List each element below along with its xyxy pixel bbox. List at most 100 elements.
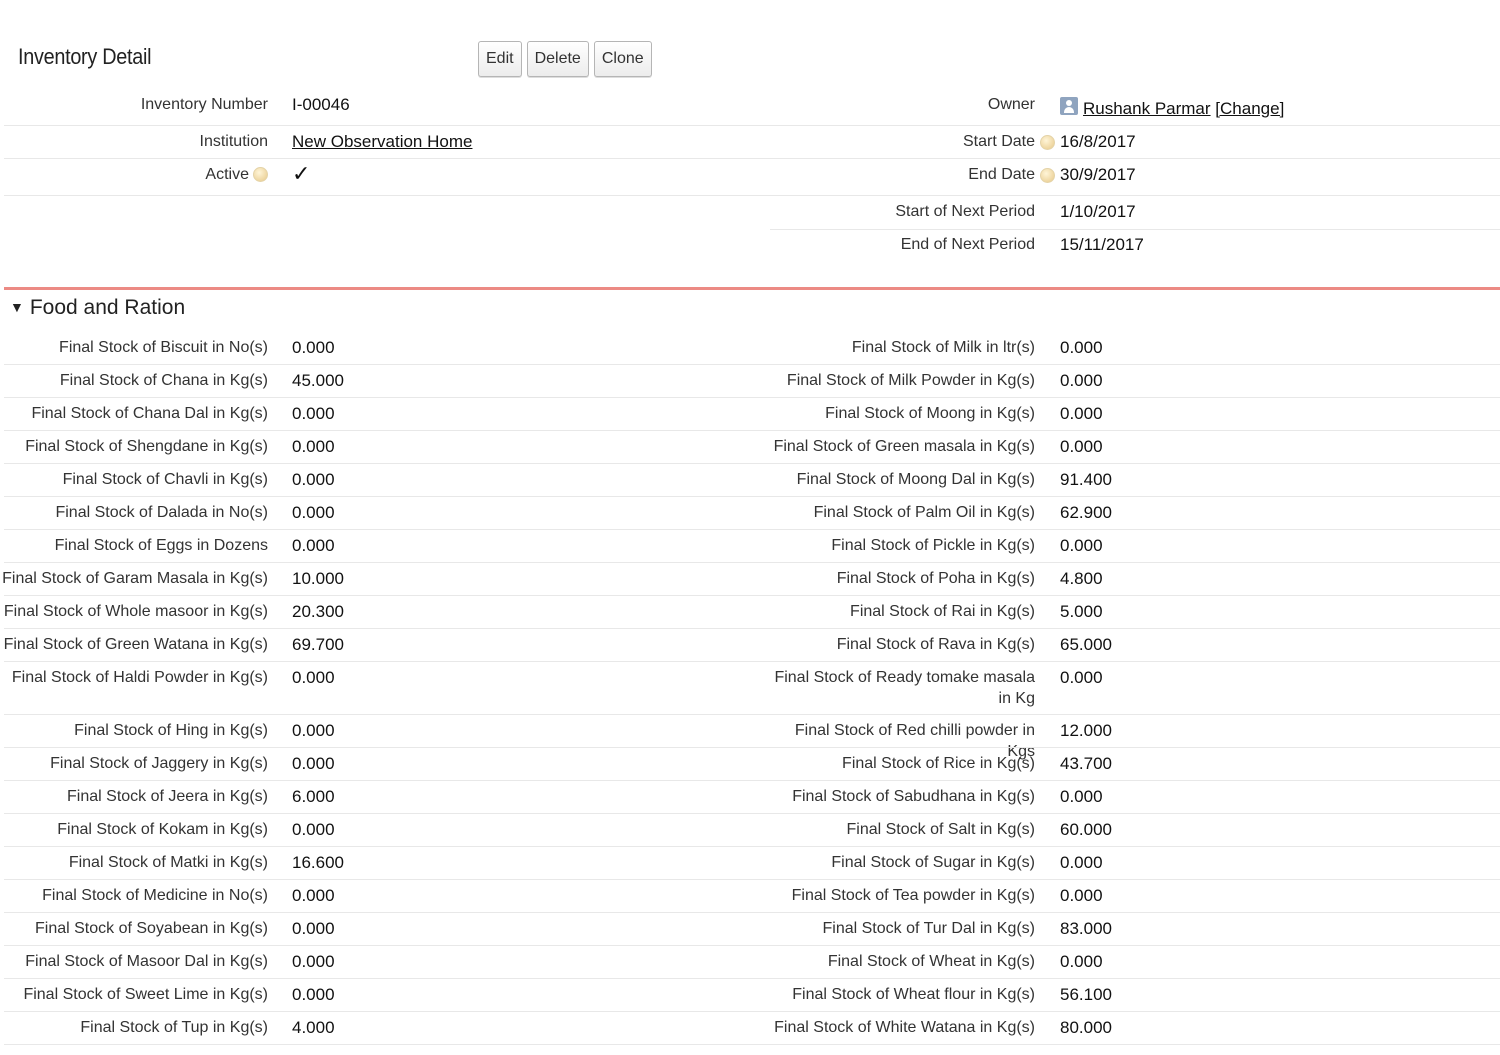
field-value-right: 0.000 (1060, 437, 1103, 456)
field-label-left: Final Stock of Shengdane in Kg(s) (25, 438, 268, 455)
row-separator (4, 714, 1500, 715)
start-next-period-label: Start of Next Period (895, 203, 1035, 220)
field-label-right: Final Stock of Green masala in Kg(s) (773, 438, 1035, 455)
change-owner-link[interactable]: [Change] (1215, 99, 1284, 118)
field-label-right: Final Stock of Milk in ltr(s) (851, 339, 1035, 356)
field-label-left: Final Stock of Whole masoor in Kg(s) (3, 603, 268, 620)
field-value-left: 0.000 (292, 503, 335, 522)
field-label-left: Final Stock of Biscuit in No(s) (59, 339, 268, 356)
field-label-left: Final Stock of Hing in Kg(s) (74, 722, 268, 739)
field-label-left: Final Stock of Chana in Kg(s) (59, 372, 268, 389)
field-value-right: 60.000 (1060, 820, 1112, 839)
field-label-right: Final Stock of Ready tomake masala in Kg (774, 669, 1035, 707)
inventory-number-value: I-00046 (292, 95, 350, 114)
field-label-left: Final Stock of Medicine in No(s) (42, 887, 268, 904)
field-value-right: 0.000 (1060, 338, 1103, 357)
field-value-left: 10.000 (292, 569, 344, 588)
page-title: Inventory Detail (18, 44, 152, 69)
row-separator (4, 813, 1500, 814)
field-value-left: 20.300 (292, 602, 344, 621)
help-icon[interactable] (253, 167, 268, 183)
field-label-right: Final Stock of Wheat in Kg(s) (827, 953, 1035, 970)
row-separator (4, 978, 1500, 979)
field-label-left: Final Stock of Tup in Kg(s) (80, 1019, 268, 1036)
row-separator (4, 879, 1500, 880)
field-value-left: 0.000 (292, 470, 335, 489)
field-value-left: 45.000 (292, 371, 344, 390)
field-label-left: Final Stock of Chavli in Kg(s) (62, 471, 268, 488)
row-separator (4, 1044, 1500, 1045)
help-icon[interactable] (1040, 168, 1055, 183)
owner-label: Owner (987, 96, 1035, 113)
field-label-right: Final Stock of Tur Dal in Kg(s) (822, 920, 1035, 937)
field-value-left: 0.000 (292, 886, 335, 905)
field-label-left: Final Stock of Haldi Powder in Kg(s) (11, 669, 268, 686)
field-value-left: 6.000 (292, 787, 335, 806)
field-label-right: Final Stock of Salt in Kg(s) (846, 821, 1035, 838)
row-separator (4, 529, 1500, 530)
field-value-right: 62.900 (1060, 503, 1112, 522)
field-value-right: 65.000 (1060, 635, 1112, 654)
field-value-left: 0.000 (292, 437, 335, 456)
field-value-right: 80.000 (1060, 1018, 1112, 1037)
end-date-label: End Date (968, 166, 1035, 183)
field-label-right: Final Stock of Moong in Kg(s) (825, 405, 1035, 422)
field-value-left: 0.000 (292, 721, 335, 740)
section-header-food-ration[interactable]: ▼ Food and Ration (10, 296, 185, 320)
field-label-right: Final Stock of Tea powder in Kg(s) (791, 887, 1035, 904)
end-next-period-label: End of Next Period (900, 236, 1035, 253)
field-value-left: 0.000 (292, 952, 335, 971)
field-label-right: Final Stock of White Watana in Kg(s) (774, 1019, 1035, 1036)
end-date-value: 30/9/2017 (1060, 165, 1136, 184)
start-next-period-value: 1/10/2017 (1060, 202, 1136, 221)
field-label-left: Final Stock of Jeera in Kg(s) (67, 788, 268, 805)
field-label-right: Final Stock of Sugar in Kg(s) (831, 854, 1035, 871)
field-label-left: Final Stock of Chana Dal in Kg(s) (31, 405, 268, 422)
field-value-right: 0.000 (1060, 952, 1103, 971)
field-value-right: 83.000 (1060, 919, 1112, 938)
field-label-right: Final Stock of Sabudhana in Kg(s) (792, 788, 1035, 805)
start-date-value: 16/8/2017 (1060, 132, 1136, 151)
row-separator (4, 780, 1500, 781)
field-label-right: Final Stock of Wheat flour in Kg(s) (792, 986, 1035, 1003)
field-label-left: Final Stock of Masoor Dal in Kg(s) (25, 953, 268, 970)
help-icon[interactable] (1040, 135, 1055, 150)
institution-link[interactable]: New Observation Home (292, 131, 472, 152)
field-label-right: Final Stock of Moong Dal in Kg(s) (796, 471, 1035, 488)
row-separator (4, 496, 1500, 497)
field-label-left: Final Stock of Garam Masala in Kg(s) (2, 570, 268, 587)
owner-link[interactable]: Rushank Parmar (1083, 99, 1211, 118)
field-value-left: 4.000 (292, 1018, 335, 1037)
field-label-right: Final Stock of Pickle in Kg(s) (831, 537, 1035, 554)
row-separator (4, 628, 1500, 629)
field-label-left: Final Stock of Green Watana in Kg(s) (3, 636, 268, 653)
row-separator (4, 912, 1500, 913)
row-separator (4, 463, 1500, 464)
field-value-right: 0.000 (1060, 886, 1103, 905)
active-label: Active (205, 166, 249, 183)
institution-label: Institution (199, 133, 268, 150)
delete-button[interactable]: Delete (526, 41, 589, 77)
action-buttons: Edit Delete Clone (478, 41, 652, 77)
owner-value-wrap: Rushank Parmar [Change] (1083, 98, 1284, 119)
field-value-left: 0.000 (292, 668, 335, 687)
field-label-left: Final Stock of Dalada in No(s) (55, 504, 268, 521)
field-value-left: 69.700 (292, 635, 344, 654)
edit-button[interactable]: Edit (478, 41, 522, 77)
clone-button[interactable]: Clone (593, 41, 652, 77)
field-value-left: 16.600 (292, 853, 344, 872)
field-value-right: 0.000 (1060, 853, 1103, 872)
field-value-right: 4.800 (1060, 569, 1103, 588)
field-value-right: 91.400 (1060, 470, 1112, 489)
user-icon (1060, 97, 1078, 115)
field-value-right: 43.700 (1060, 754, 1112, 773)
field-label-left: Final Stock of Kokam in Kg(s) (57, 821, 268, 838)
field-value-right: 0.000 (1060, 668, 1103, 687)
field-label-right: Final Stock of Milk Powder in Kg(s) (786, 372, 1035, 389)
active-checkmark-icon: ✓ (292, 161, 311, 186)
field-value-left: 0.000 (292, 820, 335, 839)
triangle-down-icon[interactable]: ▼ (10, 299, 24, 315)
row-separator (4, 595, 1500, 596)
inventory-number-label: Inventory Number (140, 96, 268, 113)
row-separator (4, 945, 1500, 946)
